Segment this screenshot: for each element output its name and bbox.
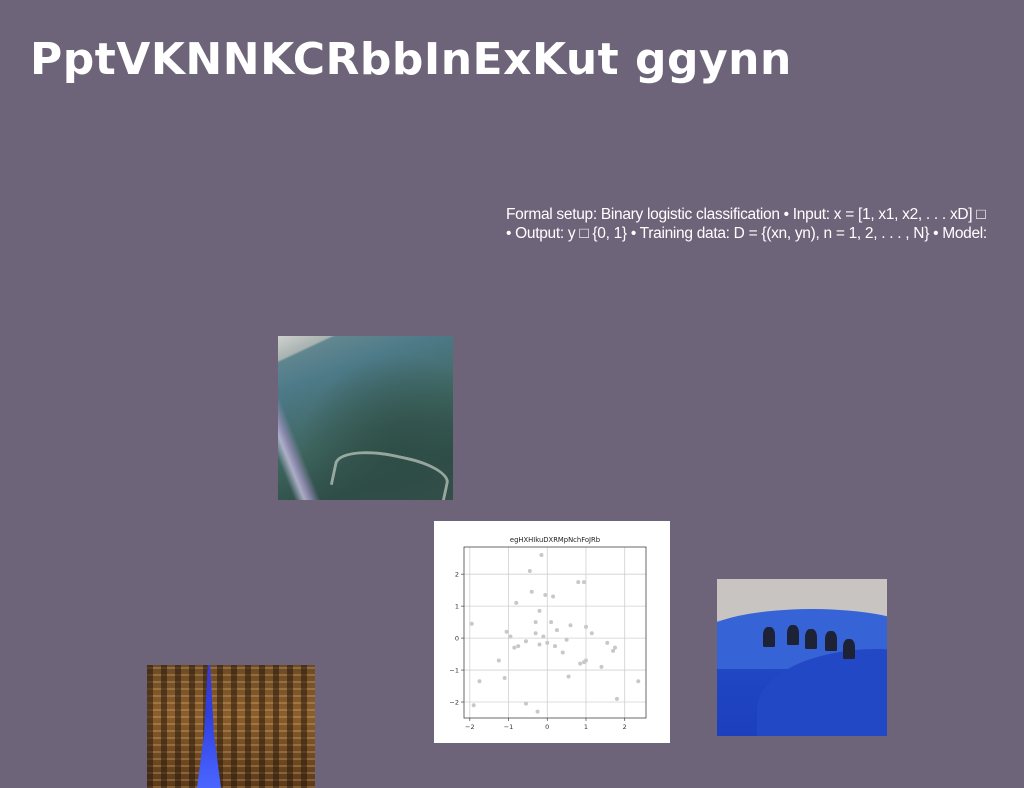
city-photo [147,665,315,788]
scatter-point [560,650,565,655]
y-tick-label: −1 [449,666,459,674]
scatter-point [512,645,517,650]
scatter-point [504,629,509,634]
scatter-point [535,709,540,714]
scatter-point [564,637,569,642]
scatter-point [527,568,532,573]
scatter-point [523,639,528,644]
mountain-photo [278,336,453,500]
scatter-point [568,623,573,628]
y-tick-label: 1 [455,602,459,610]
slide-title: PptVKNNKCRbbInExKut ggynn [30,34,792,85]
scatter-point [614,696,619,701]
y-tick-label: −2 [449,698,459,706]
scatter-point [599,664,604,669]
scatter-point [589,631,594,636]
scatter-point [508,634,513,639]
scatter-point [613,645,618,650]
y-tick-label: 0 [455,634,459,642]
scatter-point [576,580,581,585]
camels-photo [717,579,887,736]
scatter-point [583,658,588,663]
scatter-point [477,679,482,684]
scatter-point [549,620,554,625]
scatter-point [529,589,534,594]
x-tick-label: 1 [584,723,588,731]
scatter-point [533,620,538,625]
scatter-point [583,624,588,629]
scatter-point [516,644,521,649]
chart-title: egHXHIkuDXRMpNchFoJRb [510,536,600,544]
scatter-point [539,552,544,557]
body-line-2: • Output: y □ {0, 1} • Training data: D … [506,225,987,242]
scatter-point [605,640,610,645]
scatter-point [514,600,519,605]
scatter-point [578,661,583,666]
slide-body-text: Formal setup: Binary logistic classifica… [506,205,1022,243]
scatter-plot-image: −2 −1 0 1 2 −2 −1 0 1 2 egHXHIkuDXRMpNchFoJRb [434,521,670,743]
scatter-point [533,631,538,636]
scatter-chart: −2 −1 0 1 2 −2 −1 0 1 2 egHXHIkuDXRMpNchFoJRb [449,536,647,731]
scatter-point [554,628,559,633]
scatter-point [582,580,587,585]
scatter-point [469,621,474,626]
scatter-point [471,703,476,708]
x-tick-label: 2 [623,723,627,731]
scatter-point [523,701,528,706]
scatter-point [566,674,571,679]
x-tick-label: −2 [465,723,475,731]
scatter-point [553,644,557,649]
x-tick-label: −1 [504,723,514,731]
scatter-point [502,676,507,681]
scatter-point [537,642,542,647]
plot-frame [463,546,647,719]
scatter-point [496,658,501,663]
scatter-point [545,640,550,645]
x-tick-label: 0 [545,723,549,731]
y-tick-label: 2 [455,570,459,578]
scatter-point [541,634,546,639]
body-line-1: Formal setup: Binary logistic classifica… [506,206,986,223]
scatter-point [551,594,556,599]
scatter-point [636,679,641,684]
scatter-point [537,608,542,613]
scatter-point [543,592,548,597]
